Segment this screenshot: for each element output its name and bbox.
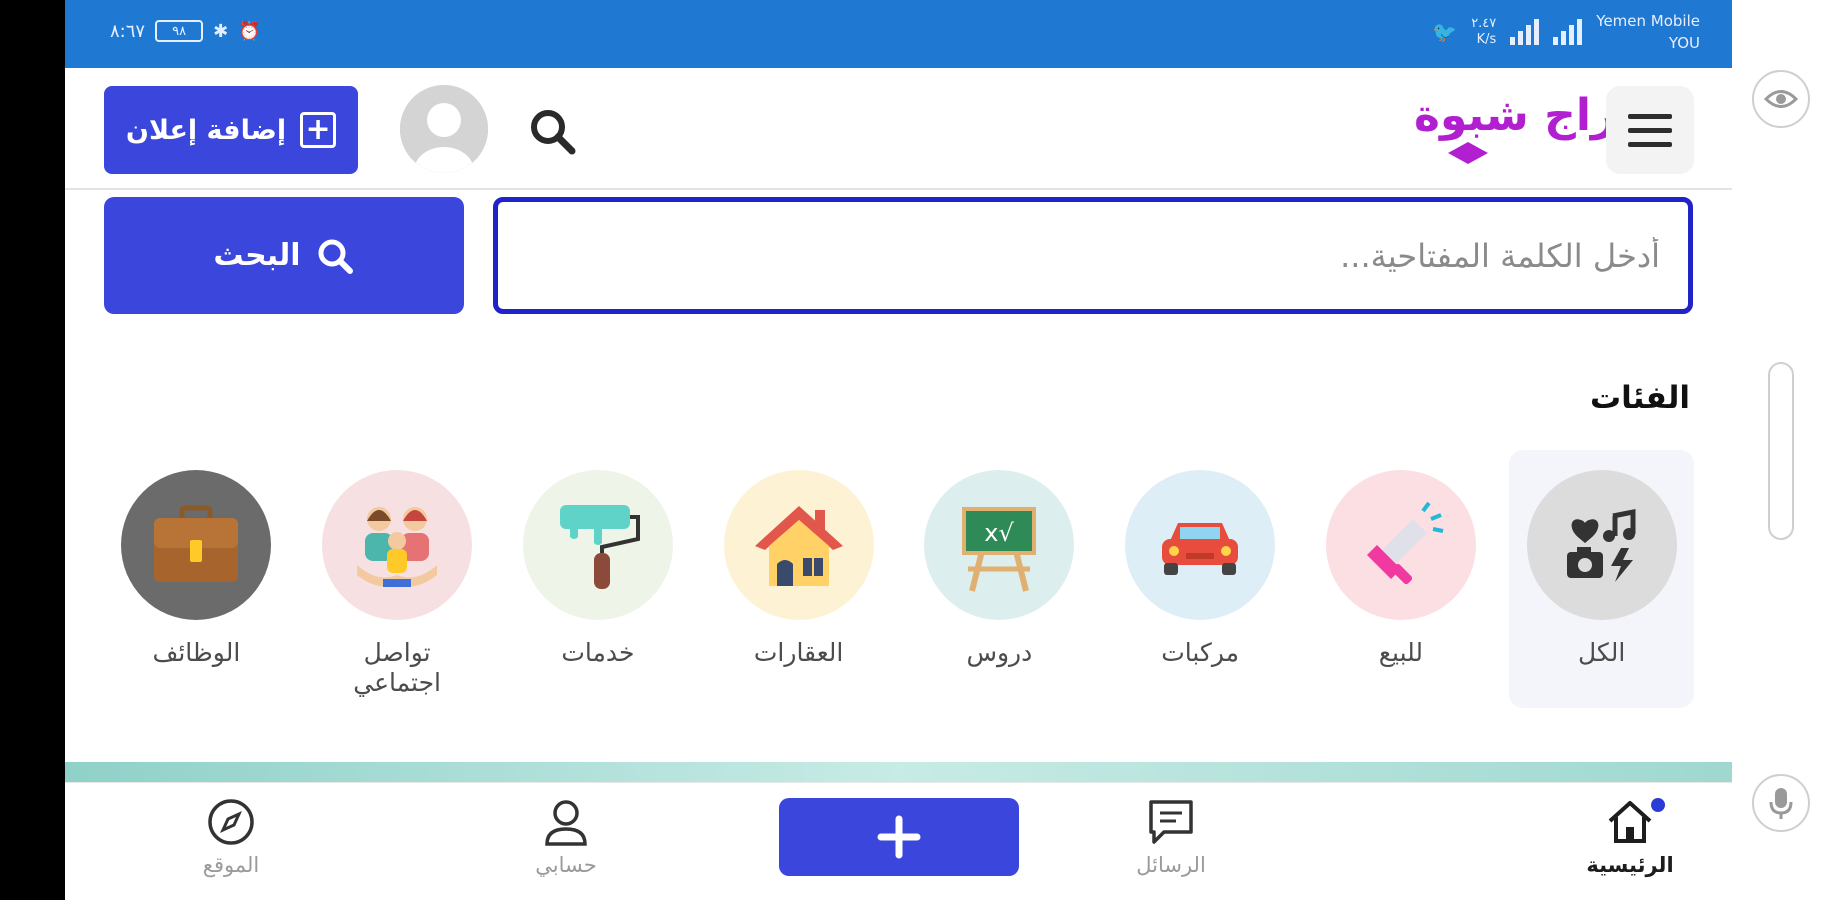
status-right: 🐦 ٢.٤٧ K/s Yemen Mobile YOU [1432,10,1700,54]
user-icon [545,800,587,846]
categories-title: الفئات [1589,380,1690,416]
category-lessons[interactable]: √x دروس [907,450,1092,708]
car-icon [1125,470,1276,620]
category-label: مركبات [1161,638,1240,667]
nav-account[interactable]: حسابي [496,797,636,887]
carrier-line-1: Yemen Mobile [1596,12,1700,30]
search-icon[interactable] [525,104,581,160]
speed-value: ٢.٤٧ [1471,16,1497,31]
status-left: ٨:٦٧ ٩٨ ✱ ⏰ [110,20,261,42]
network-speed: ٢.٤٧ K/s [1471,16,1496,48]
status-time: ٨:٦٧ [110,20,146,42]
nav-add-button[interactable] [779,798,1019,876]
category-label: للبيع [1378,638,1424,667]
speed-unit: K/s [1476,32,1497,47]
category-for-sale[interactable]: للبيع [1309,450,1494,708]
nav-location[interactable]: الموقع [161,797,301,887]
scrollbar[interactable] [1768,362,1794,540]
app-header: + إضافة إعلان حراج شبوة [65,68,1732,190]
avatar[interactable] [400,85,488,173]
nav-home[interactable]: الرئيسية [1560,797,1700,887]
bottom-nav: الموقع حسابي الرسائل الرئيسية [65,782,1732,900]
paint-roller-icon [522,470,673,620]
search-button-label: البحث [213,238,301,273]
category-vehicles[interactable]: مركبات [1108,450,1293,708]
signal-icon-2 [1553,19,1583,45]
briefcase-icon [121,470,272,620]
plus-square-icon: + [300,112,337,148]
category-jobs[interactable]: الوظائف [104,450,289,708]
battery-level: ٩٨ [172,23,187,39]
battery-icon: ٩٨ [155,20,204,42]
banner-strip [65,762,1732,784]
search-button[interactable]: البحث [104,197,464,314]
mic-button[interactable] [1752,774,1810,832]
device-bezel [0,0,65,900]
category-services[interactable]: خدمات [506,450,691,708]
compass-icon [208,799,254,845]
chat-icon [1149,800,1193,844]
nav-location-label: الموقع [202,853,260,877]
nav-account-label: حسابي [535,853,597,877]
screen-frame: ٨:٦٧ ٩٨ ✱ ⏰ 🐦 ٢.٤٧ K/s Yemen Mobile YOU [0,0,1829,900]
svg-text:√x: √x [985,519,1015,547]
alarm-icon: ⏰ [238,20,261,42]
megaphone-icon [1325,470,1476,620]
category-label: خدمات [561,638,635,667]
signal-icon [1510,19,1540,45]
house-icon [723,470,874,620]
category-social[interactable]: تواصل اجتماعي [305,450,490,708]
people-hands-icon [322,470,473,620]
microphone-icon [1769,788,1793,819]
status-bar: ٨:٦٧ ٩٨ ✱ ⏰ 🐦 ٢.٤٧ K/s Yemen Mobile YOU [65,0,1732,68]
category-label: دروس [966,638,1033,667]
nav-messages-label: الرسائل [1136,853,1206,877]
categories-list: الكل للبيع مركبات √x دروس العقارات خدمات… [104,450,1694,710]
user-avatar-icon [400,85,488,173]
home-icon [1608,801,1652,843]
nav-home-label: الرئيسية [1586,853,1674,877]
search-button-icon [318,239,353,274]
all-media-icon [1526,470,1677,620]
search-field[interactable] [493,197,1693,314]
twitter-icon: 🐦 [1432,20,1458,44]
hamburger-icon [1628,113,1672,119]
plus-icon [877,815,921,859]
add-ad-button[interactable]: + إضافة إعلان [104,86,358,174]
logo-diamond-icon [1448,142,1488,164]
eye-icon [1764,90,1798,108]
eye-button[interactable] [1752,70,1810,128]
chalkboard-icon: √x [924,470,1075,620]
carrier-line-2: YOU [1668,34,1700,52]
category-label: العقارات [753,638,844,667]
carrier-name: Yemen Mobile YOU [1596,10,1700,54]
notification-dot [1651,798,1665,812]
nav-messages[interactable]: الرسائل [1101,797,1241,887]
category-real-estate[interactable]: العقارات [706,450,891,708]
category-all[interactable]: الكل [1509,450,1694,708]
add-ad-label: إضافة إعلان [125,114,287,146]
category-label: الوظائف [152,638,241,667]
search-input[interactable] [526,236,1660,275]
category-label: تواصل اجتماعي [353,638,442,697]
category-label: الكل [1577,638,1626,667]
menu-button[interactable] [1606,86,1694,174]
bluetooth-icon: ✱ [213,20,229,42]
app-logo[interactable]: حراج شبوة [1290,88,1650,168]
app-window: ٨:٦٧ ٩٨ ✱ ⏰ 🐦 ٢.٤٧ K/s Yemen Mobile YOU [65,0,1732,900]
